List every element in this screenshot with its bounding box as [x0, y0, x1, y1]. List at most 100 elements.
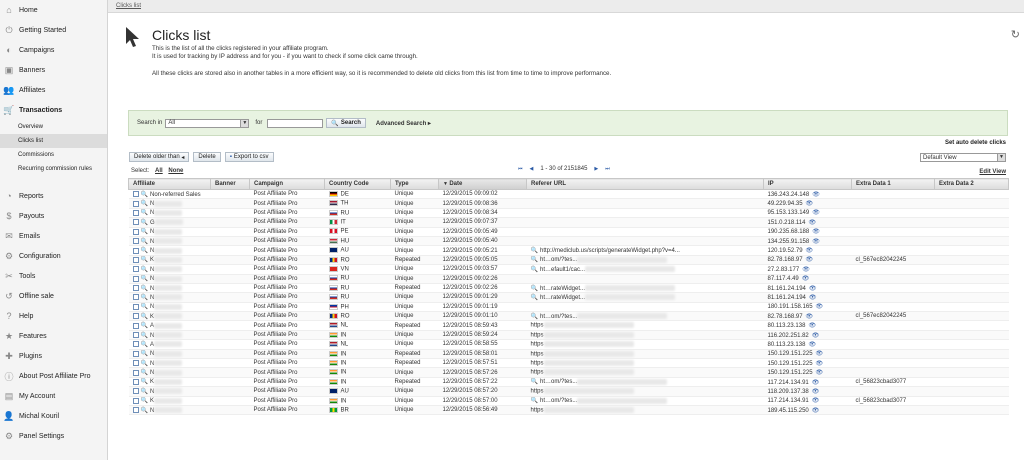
row-details-icon[interactable]: 🔍 — [141, 378, 148, 385]
row-checkbox[interactable] — [132, 228, 139, 235]
export-csv-button[interactable]: ▪ Export to csv — [224, 152, 274, 162]
sidebar-subitem-clicks-list[interactable]: Clicks list — [0, 134, 107, 148]
table-row[interactable]: 🔍 N Post Affiliate Pro RU Unique 12/29/2015 0… — [128, 292, 1009, 303]
row-details-icon[interactable]: 🔍 — [141, 209, 148, 216]
sidebar-item-michal-kouril[interactable]: 👤 Michal Kouril — [0, 406, 107, 426]
select-none-link[interactable]: None — [168, 168, 183, 174]
ip-lookup-icon[interactable]: 👁 — [809, 294, 817, 301]
referer-search-icon[interactable]: 🔍 — [531, 397, 538, 404]
table-row[interactable]: 🔍 N Post Affiliate Pro IN Unique 12/29/2015 0… — [128, 367, 1009, 378]
breadcrumb-clicks-list[interactable]: Clicks list — [116, 3, 141, 9]
column-header-banner[interactable]: Banner — [210, 178, 250, 190]
sidebar-subitem-recurring-commission-rules[interactable]: Recurring commission rules — [0, 162, 107, 176]
row-checkbox[interactable] — [132, 256, 139, 263]
sidebar-item-payouts[interactable]: $ Payouts — [0, 206, 107, 226]
row-checkbox[interactable] — [132, 341, 139, 348]
ip-lookup-icon[interactable]: 👁 — [812, 209, 820, 216]
view-select[interactable]: Default View ▼ — [920, 153, 1006, 162]
referer-cell[interactable]: 🔍 ht…rateWidget... — [526, 283, 764, 294]
ip-lookup-icon[interactable]: 👁 — [808, 219, 816, 226]
table-row[interactable]: 🔍 N Post Affiliate Pro IN Repeated 12/29/2015… — [128, 349, 1009, 360]
referer-cell[interactable]: https — [526, 367, 764, 378]
row-checkbox[interactable] — [132, 275, 139, 282]
ip-lookup-icon[interactable]: 👁 — [806, 200, 814, 207]
column-header-campaign[interactable]: Campaign — [249, 178, 325, 190]
table-row[interactable]: 🔍 N Post Affiliate Pro HU Unique 12/29/2015 0… — [128, 236, 1009, 247]
sidebar-item-getting-started[interactable]: ⏻ Getting Started — [0, 20, 107, 40]
sidebar-item-about-post-affiliate-pro[interactable]: ⓘ About Post Affiliate Pro — [0, 366, 107, 386]
row-details-icon[interactable]: 🔍 — [141, 256, 148, 263]
row-checkbox[interactable] — [132, 209, 139, 216]
row-details-icon[interactable]: 🔍 — [141, 350, 148, 357]
ip-lookup-icon[interactable]: 👁 — [812, 397, 820, 404]
table-row[interactable]: 🔍 A Post Affiliate Pro NL Unique 12/29/2015 0… — [128, 339, 1009, 350]
ip-lookup-icon[interactable]: 👁 — [806, 247, 814, 254]
row-checkbox[interactable] — [132, 191, 139, 198]
ip-lookup-icon[interactable]: 👁 — [808, 341, 816, 348]
table-row[interactable]: 🔍 N Post Affiliate Pro VN Unique 12/29/2015 0… — [128, 264, 1009, 275]
row-details-icon[interactable]: 🔍 — [141, 322, 148, 329]
table-row[interactable]: 🔍 N Post Affiliate Pro RU Repeated 12/29/2015… — [128, 283, 1009, 294]
row-checkbox[interactable] — [132, 313, 139, 320]
row-details-icon[interactable]: 🔍 — [141, 341, 148, 348]
ip-lookup-icon[interactable]: 👁 — [809, 285, 817, 292]
sidebar-item-plugins[interactable]: ✚ Plugins — [0, 346, 107, 366]
ip-lookup-icon[interactable]: 👁 — [816, 350, 824, 357]
row-checkbox[interactable] — [132, 247, 139, 254]
ip-lookup-icon[interactable]: 👁 — [812, 191, 820, 198]
delete-older-button[interactable]: Delete older than ◂ — [129, 152, 190, 162]
sidebar-item-campaigns[interactable]: ◐ Campaigns — [0, 40, 107, 60]
search-input[interactable] — [267, 118, 324, 128]
referer-cell[interactable]: https — [526, 330, 764, 341]
table-row[interactable]: 🔍 N Post Affiliate Pro TH Unique 12/29/2015 0… — [128, 198, 1009, 209]
next-page-icon[interactable]: ▶ — [594, 166, 598, 172]
referer-cell[interactable]: 🔍 ht…efault1/cac... — [526, 264, 764, 275]
row-details-icon[interactable]: 🔍 — [141, 313, 148, 320]
referer-cell[interactable]: 🔍 ht…om/?tes... — [526, 377, 764, 388]
edit-view-link[interactable]: Edit View — [979, 169, 1006, 175]
row-details-icon[interactable]: 🔍 — [141, 360, 148, 367]
table-row[interactable]: 🔍 G Post Affiliate Pro IT Unique 12/29/2015 0… — [128, 217, 1009, 228]
ip-lookup-icon[interactable]: 👁 — [808, 322, 816, 329]
row-details-icon[interactable]: 🔍 — [141, 200, 148, 207]
column-header-country-code[interactable]: Country Code — [324, 178, 391, 190]
ip-lookup-icon[interactable]: 👁 — [812, 238, 820, 245]
column-header-affiliate[interactable]: Affiliate — [128, 178, 211, 190]
row-checkbox[interactable] — [132, 397, 139, 404]
ip-lookup-icon[interactable]: 👁 — [816, 360, 824, 367]
referer-cell[interactable]: https — [526, 349, 764, 360]
row-details-icon[interactable]: 🔍 — [141, 228, 148, 235]
row-checkbox[interactable] — [132, 360, 139, 367]
referer-cell[interactable]: 🔍 ht…om/?tes... — [526, 311, 764, 322]
referer-cell[interactable]: 🔍 ht…rateWidget... — [526, 292, 764, 303]
row-checkbox[interactable] — [132, 219, 139, 226]
referer-cell[interactable]: https — [526, 339, 764, 350]
table-row[interactable]: 🔍 K Post Affiliate Pro IN Unique 12/29/2015 0… — [128, 396, 1009, 407]
ip-lookup-icon[interactable]: 👁 — [802, 266, 810, 273]
table-row[interactable]: 🔍 N Post Affiliate Pro AU Unique 12/29/2015 0… — [128, 245, 1009, 256]
refresh-icon[interactable]: ↻ — [1011, 28, 1020, 41]
row-checkbox[interactable] — [132, 407, 139, 414]
ip-lookup-icon[interactable]: 👁 — [812, 407, 820, 414]
referer-cell[interactable]: https — [526, 405, 764, 416]
ip-lookup-icon[interactable]: 👁 — [812, 228, 820, 235]
table-row[interactable]: 🔍 K Post Affiliate Pro IN Repeated 12/29/2015… — [128, 377, 1009, 388]
row-details-icon[interactable]: 🔍 — [141, 397, 148, 404]
row-checkbox[interactable] — [132, 303, 139, 310]
table-row[interactable]: 🔍 N Post Affiliate Pro AU Unique 12/29/2015 0… — [128, 386, 1009, 397]
referer-search-icon[interactable]: 🔍 — [531, 285, 538, 292]
referer-cell[interactable]: https — [526, 320, 764, 331]
sidebar-item-banners[interactable]: ▣ Banners — [0, 60, 107, 80]
sidebar-item-my-account[interactable]: ▤ My Account — [0, 386, 107, 406]
referer-search-icon[interactable]: 🔍 — [531, 294, 538, 301]
first-page-icon[interactable]: ⏮ — [518, 166, 523, 172]
last-page-icon[interactable]: ⏭ — [605, 166, 610, 172]
row-details-icon[interactable]: 🔍 — [141, 266, 148, 273]
ip-lookup-icon[interactable]: 👁 — [802, 275, 810, 282]
table-row[interactable]: 🔍 N Post Affiliate Pro BR Unique 12/29/2015 0… — [128, 405, 1009, 416]
table-row[interactable]: 🔍 N Post Affiliate Pro IN Repeated 12/29/2015… — [128, 358, 1009, 369]
row-checkbox[interactable] — [132, 322, 139, 329]
delete-button[interactable]: Delete — [193, 152, 221, 162]
row-details-icon[interactable]: 🔍 — [141, 285, 148, 292]
sidebar-item-emails[interactable]: ✉ Emails — [0, 226, 107, 246]
